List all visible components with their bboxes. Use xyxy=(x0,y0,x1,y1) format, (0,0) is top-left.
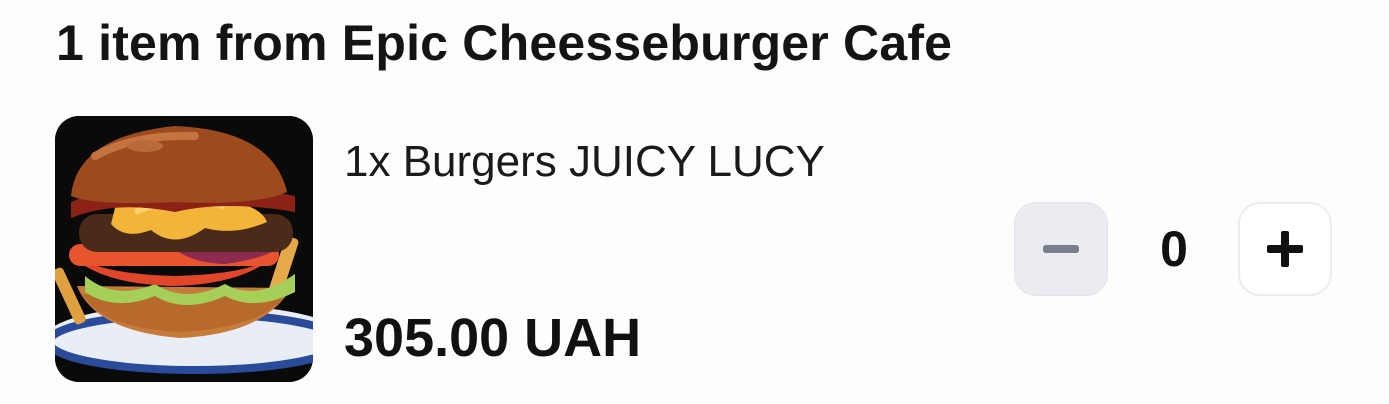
quantity-stepper: 0 xyxy=(1014,202,1334,298)
item-name: 1x Burgers JUICY LUCY xyxy=(344,137,825,186)
cart-item-panel: 1 item from Epic Cheesseburger Cafe 1x B… xyxy=(0,0,1389,404)
cart-item-row: 1x Burgers JUICY LUCY 305.00 UAH 0 xyxy=(0,110,1389,390)
increase-quantity-button[interactable] xyxy=(1238,202,1332,296)
quantity-value: 0 xyxy=(1160,221,1188,277)
decrease-quantity-button[interactable] xyxy=(1014,202,1108,296)
plus-icon xyxy=(1267,231,1303,267)
item-image[interactable] xyxy=(55,116,313,382)
burger-photo-icon xyxy=(55,116,313,382)
minus-icon xyxy=(1043,245,1079,253)
cart-heading: 1 item from Epic Cheesseburger Cafe xyxy=(56,15,953,71)
item-price: 305.00 UAH xyxy=(344,308,642,368)
